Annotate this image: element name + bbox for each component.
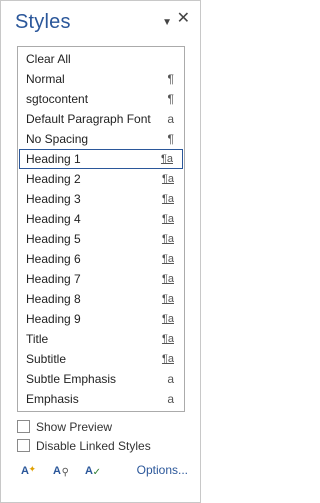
style-label: Default Paragraph Font	[26, 112, 151, 126]
character-style-icon: a	[167, 112, 174, 126]
style-item-clear-all[interactable]: Clear All	[18, 49, 184, 69]
style-item-heading-4[interactable]: Heading 4 ¶a	[18, 209, 184, 229]
linked-style-icon: ¶a	[161, 293, 174, 305]
paragraph-style-icon: ¶	[167, 72, 174, 86]
pane-header: Styles ▼ ✕	[15, 11, 192, 39]
style-item-no-spacing[interactable]: No Spacing ¶	[18, 129, 184, 149]
pane-options-menu-icon[interactable]: ▼	[162, 17, 172, 29]
style-item-title[interactable]: Title ¶a	[18, 329, 184, 349]
linked-style-icon: ¶a	[161, 353, 174, 365]
show-preview-option[interactable]: Show Preview	[17, 419, 112, 435]
show-preview-label: Show Preview	[36, 420, 113, 434]
styles-list[interactable]: Clear All Normal ¶ sgtocontent ¶ Default P…	[17, 46, 185, 412]
disable-linked-styles-option[interactable]: Disable Linked Styles	[17, 438, 151, 454]
style-item-heading-1[interactable]: Heading 1 ¶a	[19, 149, 183, 169]
style-item-subtitle[interactable]: Subtitle ¶a	[18, 349, 184, 369]
style-label: Heading 2	[26, 172, 81, 186]
style-label: Title	[26, 332, 49, 346]
style-item-sgtocontent[interactable]: sgtocontent ¶	[18, 89, 184, 109]
options-link[interactable]: Options...	[137, 463, 188, 477]
style-label: Heading 1	[26, 152, 81, 166]
paragraph-style-icon: ¶	[167, 92, 174, 106]
style-label: Subtitle	[26, 352, 67, 366]
style-item-heading-5[interactable]: Heading 5 ¶a	[18, 229, 184, 249]
show-preview-checkbox[interactable]	[17, 420, 30, 434]
style-item-heading-7[interactable]: Heading 7 ¶a	[18, 269, 184, 289]
new-style-button[interactable]: A ✦	[15, 461, 36, 481]
style-inspector-icon: A	[53, 465, 61, 477]
style-item-emphasis[interactable]: Emphasis a	[18, 389, 184, 409]
style-label: Heading 6	[26, 252, 81, 266]
linked-style-icon: ¶a	[160, 153, 173, 165]
character-style-icon: a	[167, 392, 174, 406]
paragraph-style-icon: ¶	[167, 132, 174, 146]
styles-toolbar: A ✦ A ⚲ A ✓ Options...	[15, 461, 188, 483]
style-label: Heading 9	[26, 312, 81, 326]
styles-pane: Styles ▼ ✕ Clear All Normal ¶ sgtocontent…	[0, 0, 201, 503]
pane-title: Styles	[15, 11, 71, 33]
style-label: Normal	[26, 72, 65, 86]
style-item-heading-2[interactable]: Heading 2 ¶a	[18, 169, 184, 189]
style-item-default-paragraph-font[interactable]: Default Paragraph Font a	[18, 109, 184, 129]
style-item-normal[interactable]: Normal ¶	[18, 69, 184, 89]
style-inspector-button[interactable]: A ⚲	[47, 461, 69, 481]
character-style-icon: a	[167, 372, 174, 386]
style-label: Clear All	[26, 52, 71, 66]
linked-style-icon: ¶a	[161, 333, 174, 345]
linked-style-icon: ¶a	[161, 233, 174, 245]
style-item-heading-9[interactable]: Heading 9 ¶a	[18, 309, 184, 329]
style-label: Heading 3	[26, 192, 81, 206]
linked-style-icon: ¶a	[161, 213, 174, 225]
linked-style-icon: ¶a	[161, 253, 174, 265]
style-label: Heading 8	[26, 292, 81, 306]
style-label: Emphasis	[26, 392, 79, 406]
style-item-subtle-emphasis[interactable]: Subtle Emphasis a	[18, 369, 184, 389]
linked-style-icon: ¶a	[161, 313, 174, 325]
style-item-heading-6[interactable]: Heading 6 ¶a	[18, 249, 184, 269]
style-label: sgtocontent	[26, 92, 89, 106]
style-label: No Spacing	[26, 132, 89, 146]
style-label: Subtle Emphasis	[26, 372, 117, 386]
linked-style-icon: ¶a	[161, 273, 174, 285]
style-label: Heading 7	[26, 272, 81, 286]
style-item-heading-3[interactable]: Heading 3 ¶a	[18, 189, 184, 209]
disable-linked-styles-checkbox[interactable]	[17, 439, 30, 453]
close-icon[interactable]: ✕	[177, 11, 190, 27]
linked-style-icon: ¶a	[161, 193, 174, 205]
style-label: Heading 4	[26, 212, 81, 226]
style-label: Heading 5	[26, 232, 81, 246]
style-item-heading-8[interactable]: Heading 8 ¶a	[18, 289, 184, 309]
linked-style-icon: ¶a	[161, 173, 174, 185]
disable-linked-styles-label: Disable Linked Styles	[36, 439, 151, 453]
manage-styles-button[interactable]: A ✓	[79, 461, 101, 481]
